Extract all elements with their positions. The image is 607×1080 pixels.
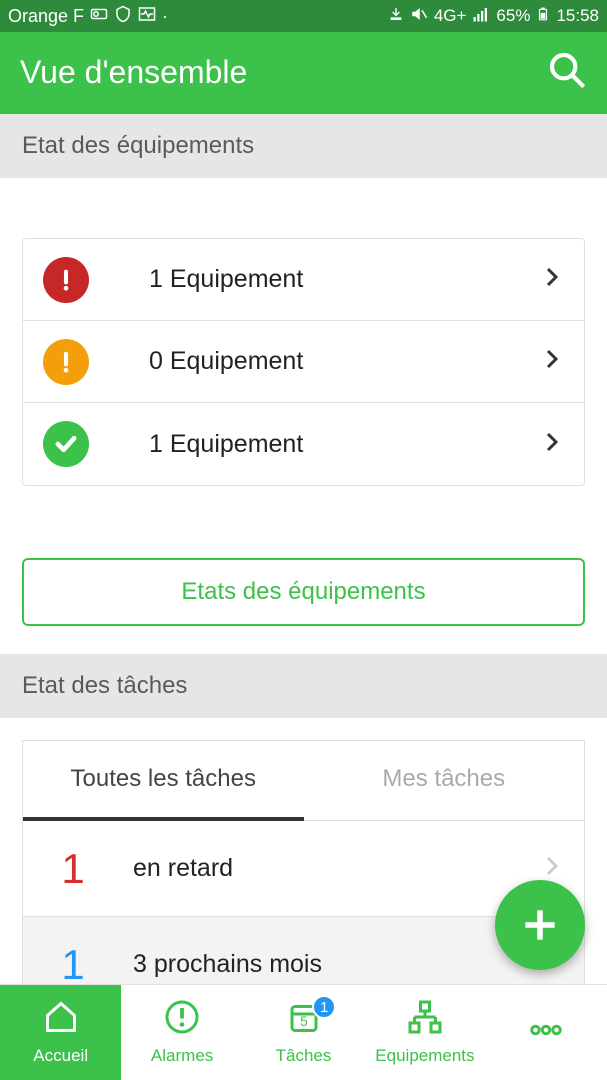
mute-icon (410, 5, 428, 28)
tab-my-tasks[interactable]: Mes tâches (304, 741, 585, 821)
pulse-icon (138, 5, 156, 28)
signal-icon (472, 5, 490, 28)
alert-icon (164, 999, 200, 1040)
equipment-section-header: Etat des équipements (0, 114, 607, 178)
tasks-badge: 1 (312, 995, 336, 1019)
chevron-right-icon (540, 854, 564, 883)
equipment-row-critical[interactable]: 1 Equipement (23, 239, 584, 321)
tasks-tabs: Toutes les tâches Mes tâches (22, 740, 585, 821)
network-icon (407, 999, 443, 1040)
chevron-right-icon (540, 430, 564, 459)
clock-label: 15:58 (556, 6, 599, 26)
check-ok-icon (43, 421, 89, 467)
nav-label: Tâches (276, 1046, 332, 1066)
home-icon (43, 999, 79, 1040)
equipment-row-label: 0 Equipement (149, 347, 540, 376)
carrier-label: Orange F (8, 6, 84, 27)
nav-more[interactable] (486, 985, 607, 1080)
nav-label: Alarmes (151, 1046, 213, 1066)
nav-tasks[interactable]: 5 1 Tâches (243, 985, 364, 1080)
nav-label: Equipements (375, 1046, 474, 1066)
download-icon (388, 6, 404, 27)
equipment-card: 1 Equipement 0 Equipement 1 Equipement (22, 238, 585, 486)
nav-label: Accueil (33, 1046, 88, 1066)
more-icon (528, 1012, 564, 1053)
tasks-section-header: Etat des tâches (0, 654, 607, 718)
shield-icon (114, 5, 132, 28)
svg-text:5: 5 (300, 1014, 308, 1029)
equipment-states-button[interactable]: Etats des équipements (22, 558, 585, 626)
status-bar: Orange F · 4G+ 65% 15:58 (0, 0, 607, 32)
battery-icon (536, 5, 550, 28)
search-button[interactable] (547, 50, 587, 95)
equipment-row-ok[interactable]: 1 Equipement (23, 403, 584, 485)
nav-equipment[interactable]: Equipements (364, 985, 485, 1080)
battery-label: 65% (496, 6, 530, 26)
task-count: 1 (43, 941, 103, 989)
nav-alarms[interactable]: Alarmes (121, 985, 242, 1080)
chevron-right-icon (540, 265, 564, 294)
bottom-nav: Accueil Alarmes 5 1 Tâches Equipements (0, 984, 607, 1080)
status-left: Orange F · (8, 5, 168, 28)
page-title: Vue d'ensemble (20, 54, 247, 91)
task-label: 3 prochains mois (133, 950, 564, 979)
equipment-row-label: 1 Equipement (149, 265, 540, 294)
status-right: 4G+ 65% 15:58 (388, 5, 599, 28)
tab-all-tasks[interactable]: Toutes les tâches (23, 741, 304, 821)
alert-warning-icon (43, 339, 89, 385)
task-label: en retard (133, 854, 540, 883)
chevron-right-icon (540, 347, 564, 376)
voicemail-icon (90, 5, 108, 28)
nav-home[interactable]: Accueil (0, 985, 121, 1080)
dot-icon: · (162, 6, 168, 27)
network-type: 4G+ (434, 6, 467, 26)
add-fab-button[interactable] (495, 880, 585, 970)
task-count: 1 (43, 845, 103, 893)
equipment-row-label: 1 Equipement (149, 430, 540, 459)
app-bar: Vue d'ensemble (0, 32, 607, 114)
alert-critical-icon (43, 257, 89, 303)
equipment-row-warning[interactable]: 0 Equipement (23, 321, 584, 403)
